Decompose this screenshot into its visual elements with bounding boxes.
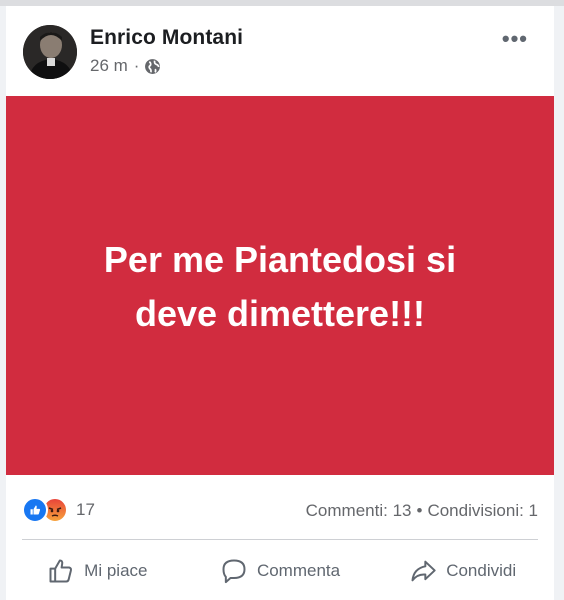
author-name[interactable]: Enrico Montani xyxy=(90,26,243,50)
share-arrow-icon xyxy=(411,560,436,582)
post-banner: Per me Piantedosi si deve dimettere!!! xyxy=(6,96,554,475)
like-button-label: Mi piace xyxy=(84,561,148,580)
banner-text: Per me Piantedosi si deve dimettere!!! xyxy=(103,238,457,334)
post-meta: 26 m · xyxy=(90,56,161,76)
reactions-summary[interactable]: 17 xyxy=(22,497,95,523)
globe-icon xyxy=(144,58,161,75)
like-icon xyxy=(22,497,48,523)
share-button-label: Condividi xyxy=(446,561,517,580)
share-button[interactable]: Condividi xyxy=(371,546,554,596)
meta-separator: · xyxy=(133,56,140,75)
action-bar: Mi piace Commenta Condividi xyxy=(6,546,554,596)
more-options-icon[interactable]: ••• xyxy=(502,26,528,52)
reactions-count: 17 xyxy=(76,500,95,519)
like-button[interactable]: Mi piace xyxy=(6,546,189,596)
thumbs-up-icon xyxy=(49,559,73,583)
post-stats: 17 Commenti: 13 • Condivisioni: 1 xyxy=(6,481,554,533)
comment-button[interactable]: Commenta xyxy=(189,546,372,596)
divider xyxy=(22,539,538,540)
shares-count[interactable]: Condivisioni: 1 xyxy=(427,501,538,520)
avatar-photo xyxy=(23,25,77,79)
comment-icon xyxy=(222,559,246,584)
comments-count[interactable]: Commenti: 13 xyxy=(306,501,412,520)
post-header: Enrico Montani 26 m · ••• xyxy=(6,6,554,96)
counts-separator: • xyxy=(416,501,423,520)
engagement-counts: Commenti: 13 • Condivisioni: 1 xyxy=(306,501,538,521)
post-time[interactable]: 26 m xyxy=(90,56,128,76)
post-card: Enrico Montani 26 m · ••• Per me Pianted… xyxy=(6,6,554,600)
comment-button-label: Commenta xyxy=(256,561,341,580)
avatar[interactable] xyxy=(23,25,77,79)
